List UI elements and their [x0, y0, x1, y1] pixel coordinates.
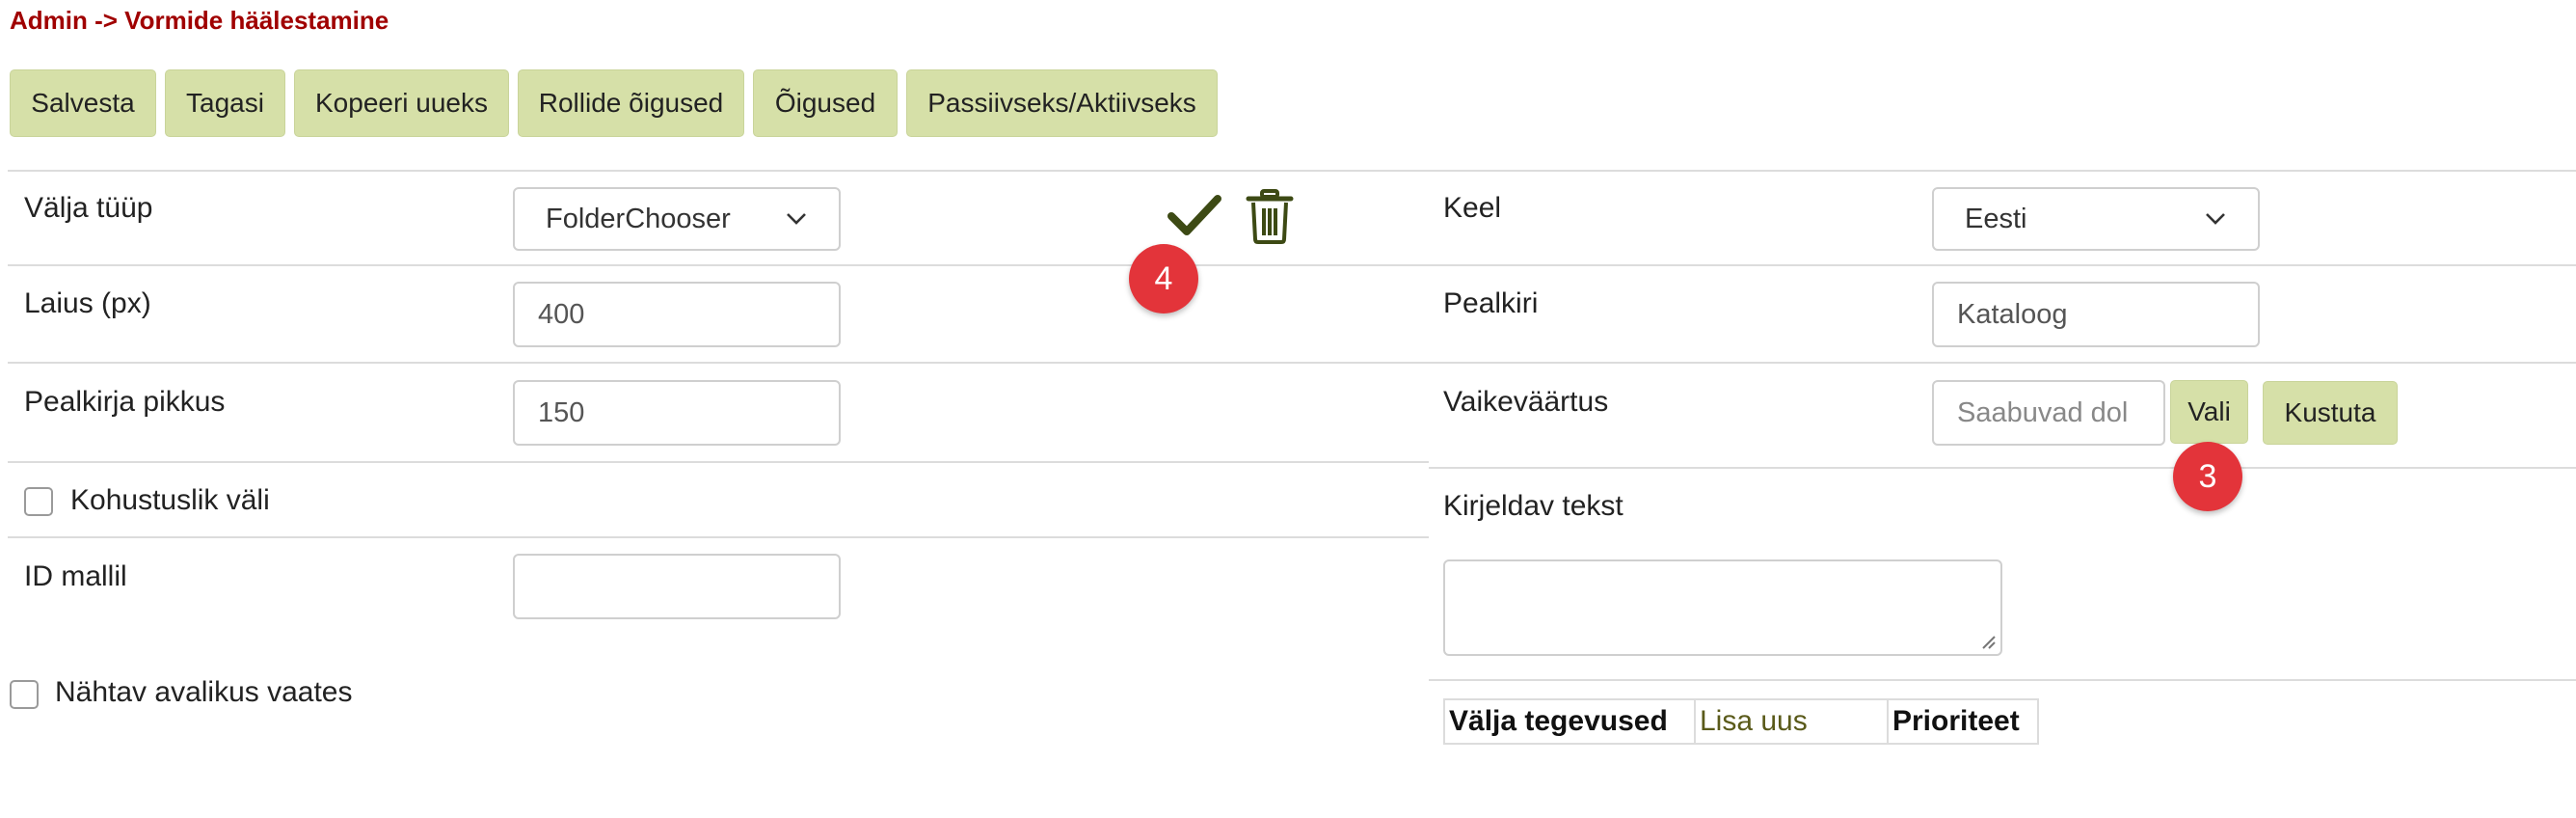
language-select[interactable]: Eesti	[1932, 187, 2260, 251]
required-label: Kohustuslik väli	[70, 484, 270, 516]
role-rights-button[interactable]: Rollide õigused	[518, 69, 744, 137]
priority-column-header: Prioriteet	[1887, 698, 2039, 745]
save-button[interactable]: Salvesta	[10, 69, 156, 137]
checkmark-icon[interactable]	[1167, 193, 1222, 237]
resize-handle-icon[interactable]	[1979, 633, 1997, 650]
divider	[8, 264, 2576, 266]
field-type-value: FolderChooser	[546, 203, 731, 234]
template-id-label: ID mallil	[24, 560, 127, 592]
toolbar: Salvesta Tagasi Kopeeri uueks Rollide õi…	[10, 69, 1218, 137]
step-badge: 3	[2173, 442, 2242, 511]
divider	[1429, 679, 2576, 681]
back-button[interactable]: Tagasi	[165, 69, 285, 137]
delete-default-button[interactable]: Kustuta	[2263, 381, 2398, 445]
trash-icon[interactable]	[1246, 189, 1294, 245]
divider	[8, 170, 2576, 172]
actions-column-header: Välja tegevused	[1443, 698, 1696, 745]
description-label: Kirjeldav tekst	[1443, 490, 1623, 522]
rights-button[interactable]: Õigused	[753, 69, 898, 137]
description-textarea[interactable]	[1443, 559, 2002, 656]
width-label: Laius (px)	[24, 287, 151, 319]
form-settings-page: Admin -> Vormide häälestamine Salvesta T…	[0, 0, 2576, 818]
choose-button[interactable]: Vali	[2170, 380, 2248, 444]
table-row: Välja tegevused Lisa uus Prioriteet	[1443, 698, 2039, 745]
title-input[interactable]: Kataloog	[1932, 282, 2260, 347]
field-type-label: Välja tüüp	[24, 192, 153, 224]
divider	[1429, 467, 2576, 469]
field-type-select[interactable]: FolderChooser	[513, 187, 841, 251]
step-badge: 4	[1129, 244, 1198, 314]
divider	[8, 461, 1429, 463]
chevron-down-icon	[787, 213, 806, 225]
divider	[8, 536, 1429, 538]
add-new-link[interactable]: Lisa uus	[1694, 698, 1889, 745]
default-value-input[interactable]: Saabuvad dol	[1932, 380, 2165, 446]
copy-new-button[interactable]: Kopeeri uueks	[294, 69, 509, 137]
title-label: Pealkiri	[1443, 287, 1539, 319]
required-checkbox[interactable]	[24, 487, 53, 516]
toggle-active-button[interactable]: Passiivseks/Aktiivseks	[906, 69, 1218, 137]
field-actions-table: Välja tegevused Lisa uus Prioriteet	[1443, 698, 2039, 745]
language-label: Keel	[1443, 192, 1502, 224]
width-input[interactable]: 400	[513, 282, 841, 347]
title-length-label: Pealkirja pikkus	[24, 386, 226, 418]
language-value: Eesti	[1965, 203, 2027, 234]
default-value-label: Vaikeväärtus	[1443, 386, 1609, 418]
public-view-checkbox[interactable]	[10, 680, 39, 709]
public-view-label: Nähtav avalikus vaates	[55, 676, 353, 708]
template-id-input[interactable]	[513, 554, 841, 619]
chevron-down-icon	[2206, 213, 2225, 225]
breadcrumb: Admin -> Vormide häälestamine	[10, 6, 389, 35]
title-length-input[interactable]: 150	[513, 380, 841, 446]
divider	[8, 362, 2576, 364]
